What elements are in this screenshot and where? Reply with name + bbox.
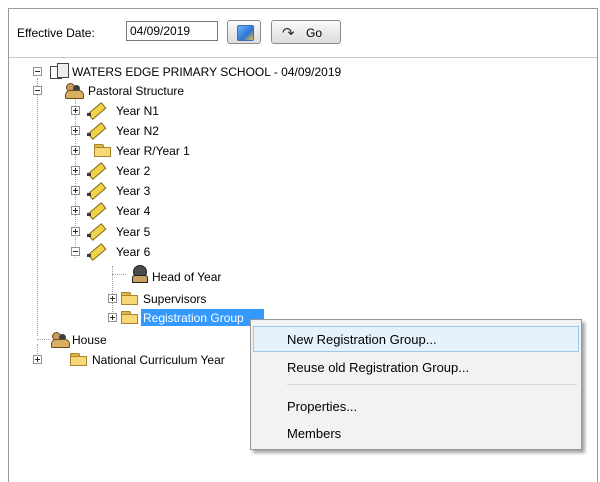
go-button-label: Go — [306, 26, 323, 40]
pencil-icon — [86, 182, 107, 200]
expand-icon[interactable] — [71, 227, 80, 236]
folder-icon — [121, 292, 139, 305]
context-menu: New Registration Group... Reuse old Regi… — [250, 319, 582, 450]
menu-item-new-registration-group[interactable]: New Registration Group... — [253, 326, 579, 352]
pencil-icon — [86, 243, 107, 261]
expand-icon[interactable] — [33, 355, 42, 364]
pencil-icon — [86, 202, 107, 220]
group-people-icon — [50, 331, 70, 348]
pencil-icon — [86, 162, 107, 180]
menu-item-reuse-registration-group[interactable]: Reuse old Registration Group... — [253, 354, 579, 380]
tree-node-label: Year 5 — [116, 225, 151, 239]
person-icon — [130, 264, 148, 283]
tree-node-label: Year 3 — [116, 184, 151, 198]
expand-icon[interactable] — [108, 294, 117, 303]
tree-node-label: Registration Group — [143, 311, 244, 325]
folder-icon — [94, 144, 112, 157]
tree-node-label: Head of Year — [152, 270, 222, 284]
tree-node-label: Year 2 — [116, 164, 151, 178]
menu-separator — [287, 384, 577, 385]
menu-item-label: Properties... — [287, 399, 358, 414]
group-people-icon — [64, 82, 84, 99]
toolbar: Effective Date: ↷ Go — [9, 9, 597, 58]
calendar-icon — [237, 25, 254, 41]
effective-date-label: Effective Date: — [17, 26, 95, 40]
tree-node-label: National Curriculum Year — [92, 353, 225, 367]
school-icon — [48, 62, 70, 79]
tree-node-label: Supervisors — [143, 292, 207, 306]
menu-item-label: Members — [287, 426, 342, 441]
calendar-button[interactable] — [227, 20, 261, 44]
pencil-icon — [86, 223, 107, 241]
expand-icon[interactable] — [71, 166, 80, 175]
tree-node-label: Year R/Year 1 — [116, 144, 190, 158]
expand-icon[interactable] — [108, 313, 117, 322]
menu-item-label: New Registration Group... — [287, 332, 437, 347]
menu-item-properties[interactable]: Properties... — [253, 393, 579, 419]
effective-date-input[interactable] — [126, 21, 218, 41]
tree-node-label: Year 4 — [116, 204, 151, 218]
collapse-icon[interactable] — [71, 247, 80, 256]
tree-node-label: WATERS EDGE PRIMARY SCHOOL - 04/09/2019 — [72, 65, 342, 79]
menu-item-members[interactable]: Members — [253, 420, 579, 446]
selection-highlight: Registration Group — [141, 309, 264, 326]
pencil-icon — [86, 102, 107, 120]
expand-icon[interactable] — [71, 126, 80, 135]
go-arrow-icon: ↷ — [282, 25, 295, 42]
pencil-icon — [86, 122, 107, 140]
expand-icon[interactable] — [71, 206, 80, 215]
folder-icon — [70, 353, 88, 366]
menu-item-label: Reuse old Registration Group... — [287, 360, 470, 375]
tree-node-label: House — [72, 333, 107, 347]
expand-icon[interactable] — [71, 146, 80, 155]
go-button[interactable]: ↷ Go — [271, 20, 341, 44]
folder-icon — [121, 311, 139, 324]
collapse-icon[interactable] — [33, 67, 42, 76]
tree-node-label: Year N2 — [116, 124, 159, 138]
tree-node-label: Year 6 — [116, 245, 151, 259]
expand-icon[interactable] — [71, 106, 80, 115]
collapse-icon[interactable] — [33, 86, 42, 95]
expand-icon[interactable] — [71, 186, 80, 195]
tree-node-label: Year N1 — [116, 104, 159, 118]
tree-node-registration-group[interactable]: Registration Group — [106, 309, 266, 329]
tree-node-label: Pastoral Structure — [88, 84, 185, 98]
